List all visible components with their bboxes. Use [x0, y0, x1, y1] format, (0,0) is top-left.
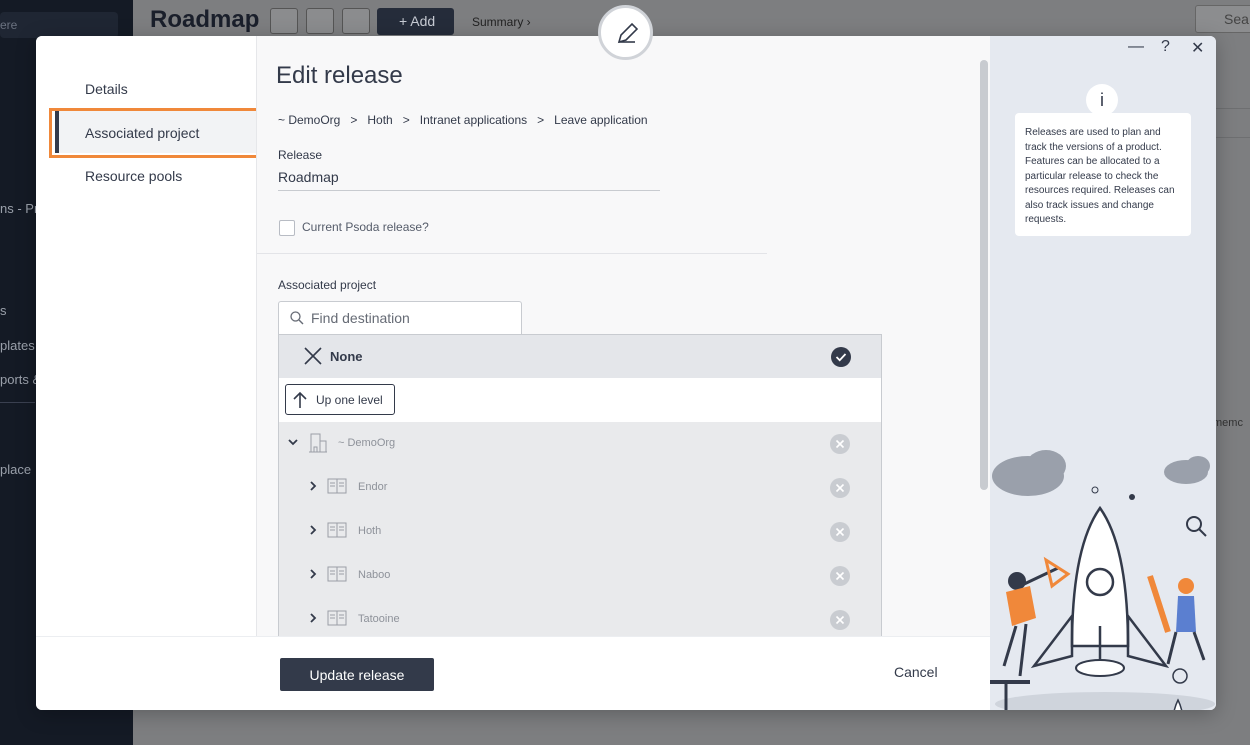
- highlight-frame: [49, 108, 261, 158]
- update-release-button[interactable]: Update release: [280, 658, 434, 691]
- remove-circle-icon[interactable]: [830, 610, 850, 635]
- tree-item-tatooine[interactable]: Tatooine: [279, 598, 881, 636]
- chevron-right-icon[interactable]: [307, 523, 319, 541]
- current-release-checkbox[interactable]: [279, 220, 295, 236]
- dialog-title: Edit release: [276, 62, 403, 89]
- tree-item-naboo[interactable]: Naboo: [279, 554, 881, 598]
- section-divider: [257, 253, 767, 254]
- current-release-label: Current Psoda release?: [302, 220, 429, 234]
- up-one-level-label: Up one level: [316, 393, 383, 407]
- remove-circle-icon[interactable]: [830, 478, 850, 503]
- remove-circle-icon[interactable]: [830, 434, 850, 459]
- background-sidebar-item: place: [0, 462, 32, 477]
- close-icon[interactable]: ✕: [1191, 38, 1204, 58]
- background-summary-link: Summary ›: [472, 15, 531, 29]
- check-circle-icon: [831, 347, 851, 372]
- breadcrumb-item[interactable]: Intranet applications: [420, 113, 527, 127]
- chevron-right-icon[interactable]: [307, 567, 319, 585]
- background-more-icon: [306, 8, 334, 34]
- chevron-down-icon[interactable]: [287, 435, 299, 453]
- tree-item-demoorg[interactable]: ~ DemoOrg: [279, 422, 881, 466]
- tree-item-label: ~ DemoOrg: [338, 437, 396, 449]
- rocket-illustration: [990, 450, 1215, 710]
- background-divider: [0, 402, 35, 403]
- book-icon: [327, 476, 347, 501]
- breadcrumb-item[interactable]: Hoth: [367, 113, 392, 127]
- close-icon: [303, 346, 323, 371]
- edit-release-dialog: Details Associated project Resource pool…: [36, 36, 1216, 710]
- remove-circle-icon[interactable]: [830, 522, 850, 547]
- background-sidebar-item: plates: [0, 338, 35, 353]
- destination-list: None Up one level ~ DemoOrg Endor Hoth N…: [278, 334, 882, 636]
- release-label: Release: [278, 148, 323, 162]
- background-sidebar-item: ns - Pr: [0, 201, 39, 216]
- content-scrollbar[interactable]: [980, 60, 988, 490]
- breadcrumb-separator: >: [402, 113, 410, 127]
- info-panel: — ? ✕ Releases are used to plan and trac…: [990, 36, 1216, 710]
- book-icon: [327, 608, 347, 633]
- breadcrumb: ~ DemoOrg > Hoth > Intranet applications > Lea…: [278, 113, 648, 127]
- edit-badge: [598, 5, 653, 60]
- book-icon: [327, 564, 347, 589]
- info-icon: i: [1086, 84, 1118, 116]
- background-add-button: + Add: [377, 8, 454, 35]
- info-card: Releases are used to plan and track the …: [1015, 113, 1191, 236]
- dialog-nav: Details Associated project Resource pool…: [36, 36, 261, 636]
- background-search: Sea: [1195, 5, 1250, 33]
- search-icon: [289, 310, 305, 331]
- book-icon: [327, 520, 347, 545]
- remove-circle-icon[interactable]: [830, 566, 850, 591]
- background-sidebar-search: ere: [0, 12, 118, 38]
- help-icon[interactable]: ?: [1161, 38, 1170, 56]
- building-icon: [308, 432, 328, 459]
- tree-item-label: Tatooine: [358, 613, 400, 625]
- cancel-button[interactable]: Cancel: [894, 664, 938, 680]
- background-tag-icon: [342, 8, 370, 34]
- arrow-up-icon: [292, 391, 308, 414]
- minimize-icon[interactable]: —: [1128, 38, 1144, 56]
- nav-item-details[interactable]: Details: [85, 81, 128, 97]
- pencil-icon: [617, 22, 639, 44]
- up-one-level-button[interactable]: Up one level: [285, 384, 395, 415]
- breadcrumb-separator: >: [350, 113, 358, 127]
- background-sidebar-item: s: [0, 303, 7, 318]
- release-field[interactable]: Roadmap: [278, 169, 339, 185]
- background-edit-icon: [270, 8, 298, 34]
- find-destination-box: [278, 301, 522, 335]
- tree-item-label: Hoth: [358, 525, 382, 537]
- breadcrumb-item[interactable]: ~ DemoOrg: [278, 113, 340, 127]
- chevron-right-icon[interactable]: [307, 479, 319, 497]
- release-underline: [278, 190, 660, 191]
- dialog-content: Edit release ~ DemoOrg > Hoth > Intranet app…: [256, 36, 990, 636]
- background-page-title: Roadmap: [150, 6, 260, 33]
- tree-item-label: Endor: [358, 481, 388, 493]
- tree-item-hoth[interactable]: Hoth: [279, 510, 881, 554]
- none-option[interactable]: None: [279, 335, 881, 378]
- none-label: None: [330, 349, 363, 364]
- breadcrumb-item[interactable]: Leave application: [554, 113, 647, 127]
- background-text: memc: [1213, 417, 1243, 429]
- tree-item-label: Naboo: [358, 569, 391, 581]
- breadcrumb-separator: >: [537, 113, 545, 127]
- find-destination-input[interactable]: [311, 310, 511, 326]
- background-sidebar-item: ports &: [0, 372, 42, 387]
- associated-project-label: Associated project: [278, 278, 377, 292]
- tree-item-endor[interactable]: Endor: [279, 466, 881, 510]
- dialog-footer: Update release Cancel: [36, 636, 990, 710]
- nav-item-resource-pools[interactable]: Resource pools: [85, 168, 182, 184]
- chevron-right-icon[interactable]: [307, 611, 319, 629]
- background-panel: [1213, 108, 1250, 138]
